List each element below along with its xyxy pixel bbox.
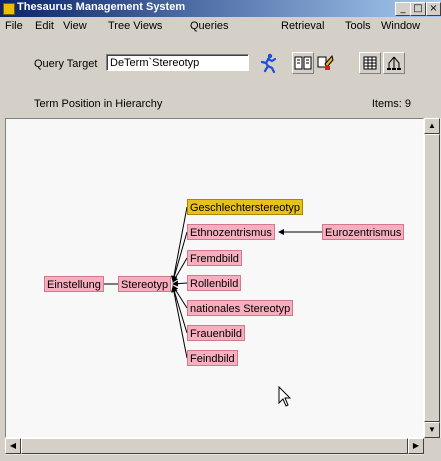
scroll-left-button[interactable]: ◀ bbox=[5, 438, 21, 454]
book-icon[interactable] bbox=[292, 52, 314, 74]
running-man-icon[interactable] bbox=[257, 52, 279, 74]
menu-bar: File Edit View Tree Views Queries Retrie… bbox=[0, 17, 441, 36]
title-bar[interactable]: Thesaurus Management System _ □ × bbox=[0, 0, 441, 17]
minimize-button[interactable]: _ bbox=[395, 2, 411, 16]
resize-corner bbox=[424, 438, 441, 455]
hierarchy-label: Term Position in Hierarchy bbox=[34, 98, 163, 110]
node-fremdbild[interactable]: Fremdbild bbox=[187, 250, 242, 266]
horizontal-scroll-thumb[interactable] bbox=[21, 438, 408, 454]
node-geschlechterstereotyp[interactable]: Geschlechterstereotyp bbox=[187, 199, 304, 215]
query-target-input[interactable] bbox=[106, 54, 249, 71]
node-stereotyp[interactable]: Stereotyp bbox=[118, 276, 172, 292]
items-count: Items: 9 bbox=[371, 98, 411, 110]
edge-rollenbild-stereotyp bbox=[172, 280, 188, 287]
node-rollenbild[interactable]: Rollenbild bbox=[187, 275, 242, 291]
node-frauenbild[interactable]: Frauenbild bbox=[187, 325, 245, 341]
toolbar: Query Target bbox=[0, 36, 441, 90]
grid-icon[interactable] bbox=[359, 52, 381, 74]
node-ethnozentrismus[interactable]: Ethnozentrismus bbox=[187, 224, 275, 240]
menu-queries[interactable]: Queries bbox=[190, 20, 229, 32]
menu-retrieval[interactable]: Retrieval bbox=[281, 20, 324, 32]
maximize-button[interactable]: □ bbox=[410, 2, 426, 16]
app-icon bbox=[3, 3, 15, 15]
scroll-down-button[interactable]: ▼ bbox=[424, 422, 440, 438]
menu-tools[interactable]: Tools bbox=[345, 20, 371, 32]
menu-edit[interactable]: Edit bbox=[35, 20, 54, 32]
hierarchy-icon[interactable] bbox=[383, 52, 405, 74]
status-bar: Term Position in Hierarchy Items: 9 bbox=[0, 93, 441, 113]
vertical-scrollbar[interactable]: ▲ ▼ bbox=[424, 118, 441, 438]
flag-icon[interactable] bbox=[314, 52, 336, 74]
close-button[interactable]: × bbox=[426, 2, 441, 16]
menu-window[interactable]: Window bbox=[381, 20, 420, 32]
hierarchy-canvas[interactable]: Einstellung Stereotyp Geschlechterstereo… bbox=[5, 118, 424, 438]
edge-ethnozentrismus-stereotyp bbox=[171, 231, 188, 282]
vertical-scroll-thumb[interactable] bbox=[424, 134, 440, 422]
node-feindbild[interactable]: Feindbild bbox=[187, 350, 238, 366]
scroll-up-button[interactable]: ▲ bbox=[424, 118, 440, 134]
scroll-right-button[interactable]: ▶ bbox=[408, 438, 424, 454]
node-nationales-stereotyp[interactable]: nationales Stereotyp bbox=[187, 300, 294, 316]
menu-file[interactable]: File bbox=[5, 20, 23, 32]
node-einstellung[interactable]: Einstellung bbox=[44, 276, 104, 292]
query-target-label: Query Target bbox=[34, 58, 98, 70]
mouse-pointer-icon bbox=[278, 386, 292, 407]
menu-tree-views[interactable]: Tree Views bbox=[108, 20, 162, 32]
edge-frauenbild-stereotyp bbox=[171, 286, 188, 334]
horizontal-scrollbar[interactable]: ◀ ▶ bbox=[5, 438, 424, 455]
window-title: Thesaurus Management System bbox=[17, 1, 186, 13]
node-eurozentrismus[interactable]: Eurozentrismus bbox=[322, 224, 405, 240]
menu-view[interactable]: View bbox=[63, 20, 87, 32]
